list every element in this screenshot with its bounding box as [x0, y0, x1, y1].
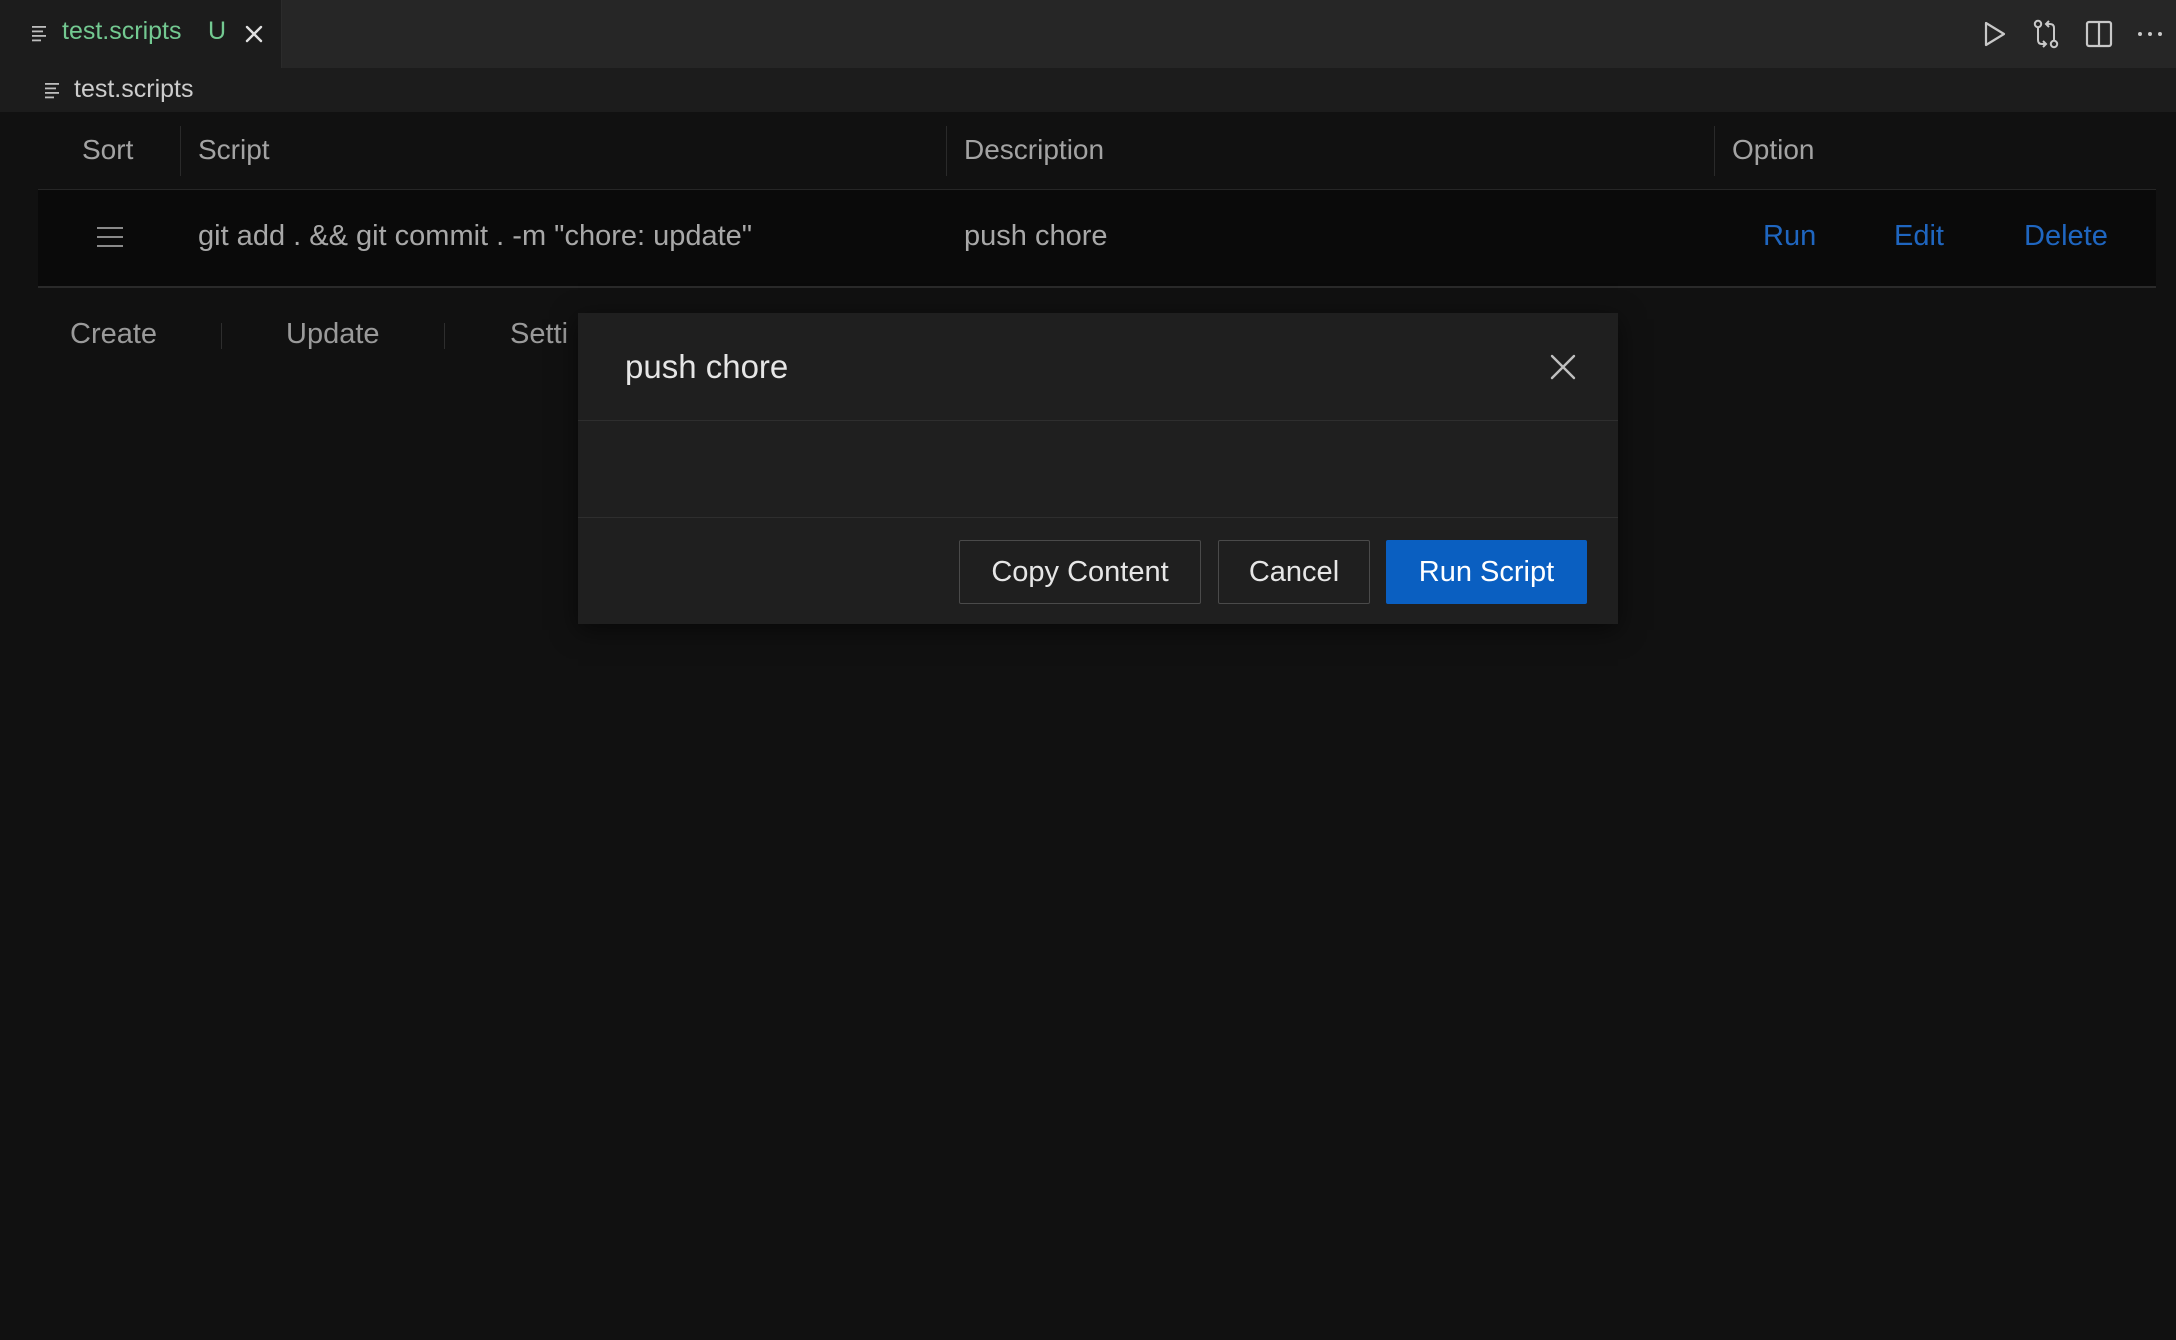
run-script-button[interactable]: Run Script [1386, 540, 1587, 604]
toolbar-divider [221, 323, 222, 349]
table-header: Sort Script Description Option [38, 112, 2156, 190]
untracked-badge: U [208, 17, 227, 45]
create-button[interactable]: Create [70, 318, 157, 351]
dialog-header: push chore [578, 313, 1618, 421]
file-lines-icon [45, 83, 59, 99]
tab-label: test.scripts [62, 17, 182, 45]
column-header-script: Script [198, 134, 270, 165]
dialog-body [578, 421, 1618, 518]
column-header-sort: Sort [82, 134, 134, 165]
close-icon[interactable] [242, 22, 266, 46]
script-dialog: push chore Copy Content Cancel Run Scrip… [578, 313, 1618, 624]
drag-handle-icon[interactable] [96, 223, 124, 251]
scripts-table: Sort Script Description Option git add .… [38, 112, 2156, 288]
file-lines-icon [32, 26, 46, 42]
column-divider [180, 126, 181, 176]
close-icon[interactable] [1548, 352, 1578, 382]
column-divider [1714, 126, 1715, 176]
settings-button[interactable]: Setti [510, 318, 568, 351]
toolbar-divider [444, 323, 445, 349]
script-cell: git add . && git commit . -m "chore: upd… [198, 220, 753, 252]
update-button[interactable]: Update [286, 318, 380, 351]
column-divider [946, 126, 947, 176]
run-link[interactable]: Run [1763, 220, 1816, 253]
breadcrumb: test.scripts [0, 68, 2176, 112]
run-icon[interactable] [1975, 16, 2011, 52]
column-header-option: Option [1732, 134, 1815, 165]
delete-link[interactable]: Delete [2024, 220, 2108, 253]
breadcrumb-item-file[interactable]: test.scripts [74, 75, 193, 104]
more-actions-icon[interactable] [2132, 16, 2168, 52]
cancel-button[interactable]: Cancel [1218, 540, 1370, 604]
table-row: git add . && git commit . -m "chore: upd… [38, 190, 2156, 288]
description-cell: push chore [964, 220, 1108, 252]
source-control-compare-icon[interactable] [2028, 16, 2064, 52]
tab-bar: test.scripts U [0, 0, 2176, 68]
editor-tab-test-scripts[interactable]: test.scripts U [0, 0, 282, 68]
split-editor-icon[interactable] [2081, 16, 2117, 52]
edit-link[interactable]: Edit [1894, 220, 1944, 253]
column-header-description: Description [964, 134, 1105, 165]
dialog-title: push chore [625, 348, 789, 385]
copy-content-button[interactable]: Copy Content [959, 540, 1201, 604]
